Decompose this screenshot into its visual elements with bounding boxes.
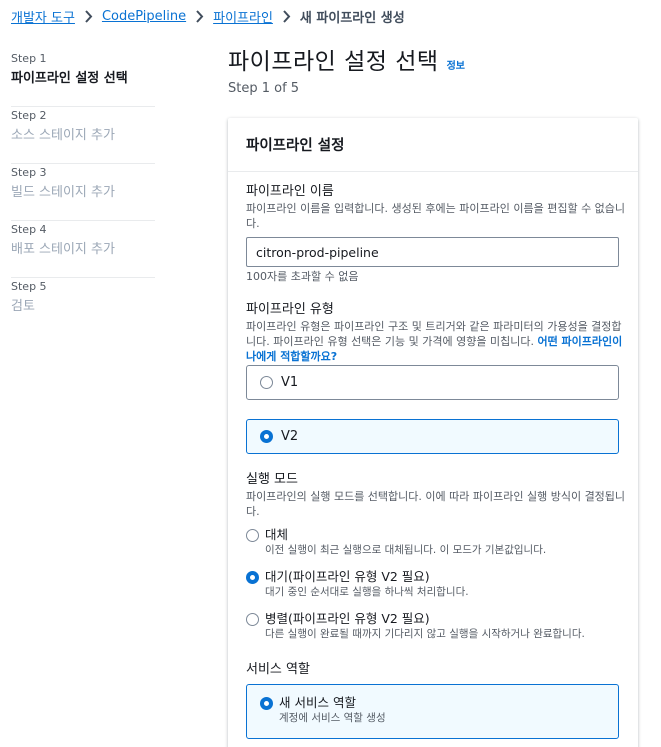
- page-title: 파이프라인 설정 선택: [228, 49, 439, 75]
- page-header: 파이프라인 설정 선택 정보: [228, 42, 465, 76]
- radio-unchecked-icon[interactable]: [246, 529, 259, 542]
- pipeline-type-label: 파이프라인 유형: [246, 302, 334, 317]
- radio-unchecked-icon[interactable]: [260, 376, 273, 389]
- step-counter: Step 1 of 5: [228, 81, 300, 96]
- option-title: 새 서비스 역할: [279, 695, 356, 710]
- execution-mode-field: 실행 모드 파이프라인의 실행 모드를 선택합니다. 이에 따라 파이프라인 실…: [246, 471, 626, 519]
- option-description: 계정에 서비스 역할 생성: [279, 712, 386, 724]
- option-title: 대체: [265, 527, 289, 542]
- step-number: Step 1: [11, 52, 47, 65]
- radio-checked-icon[interactable]: [260, 430, 273, 443]
- option-label: V2: [281, 429, 299, 444]
- option-description: 다른 실행이 완료될 때까지 기다리지 않고 실행을 시작하거나 완료합니다.: [265, 628, 585, 640]
- breadcrumb-developer-tools[interactable]: 개발자 도구: [11, 7, 75, 26]
- wizard-steps: Step 1 파이프라인 설정 선택 Step 2 소스 스테이지 추가 Ste…: [11, 50, 155, 335]
- wizard-step-4: Step 4 배포 스테이지 추가: [11, 221, 155, 278]
- breadcrumb-current: 새 파이프라인 생성: [299, 10, 405, 26]
- pipeline-name-field: 파이프라인 이름 파이프라인 이름을 입력합니다. 생성된 후에는 파이프라인 …: [246, 183, 626, 231]
- option-description: 이전 실행이 최근 실행으로 대체됩니다. 이 모드가 기본값입니다.: [265, 544, 547, 556]
- pipeline-name-input[interactable]: [246, 237, 619, 267]
- option-label: V1: [281, 375, 299, 390]
- step-name: 빌드 스테이지 추가: [11, 185, 115, 200]
- radio-checked-icon[interactable]: [260, 697, 273, 710]
- step-number: Step 5: [11, 280, 47, 293]
- execution-mode-option-parallel[interactable]: 병렬(파이프라인 유형 V2 필요) 다른 실행이 완료될 때까지 기다리지 않…: [246, 610, 585, 642]
- radio-unchecked-icon[interactable]: [246, 613, 259, 626]
- execution-mode-label: 실행 모드: [246, 472, 298, 487]
- step-number: Step 3: [11, 166, 47, 179]
- option-description: 대기 중인 순서대로 실행을 하나씩 처리합니다.: [265, 586, 469, 598]
- step-number: Step 2: [11, 109, 47, 122]
- chevron-right-icon: [282, 9, 291, 23]
- panel-title: 파이프라인 설정: [228, 118, 638, 172]
- wizard-step-2: Step 2 소스 스테이지 추가: [11, 107, 155, 164]
- pipeline-name-label: 파이프라인 이름: [246, 184, 334, 199]
- step-name: 검토: [11, 299, 35, 314]
- breadcrumb: 개발자 도구 CodePipeline 파이프라인 새 파이프라인 생성: [11, 6, 405, 26]
- execution-mode-option-superseded[interactable]: 대체 이전 실행이 최근 실행으로 대체됩니다. 이 모드가 기본값입니다.: [246, 526, 546, 558]
- chevron-right-icon: [84, 9, 93, 23]
- pipeline-type-description: 파이프라인 유형은 파이프라인 구조 및 트리거와 같은 파라미터의 가용성을 …: [246, 319, 626, 364]
- wizard-step-1: Step 1 파이프라인 설정 선택: [11, 50, 155, 107]
- breadcrumb-codepipeline[interactable]: CodePipeline: [102, 9, 186, 24]
- pipeline-type-option-v2[interactable]: V2: [246, 419, 619, 454]
- breadcrumb-pipelines[interactable]: 파이프라인: [213, 7, 273, 26]
- execution-mode-description: 파이프라인의 실행 모드를 선택합니다. 이에 따라 파이프라인 실행 방식이 …: [246, 490, 626, 518]
- pipeline-type-field: 파이프라인 유형 파이프라인 유형은 파이프라인 구조 및 트리거와 같은 파라…: [246, 301, 626, 364]
- wizard-step-5: Step 5 검토: [11, 278, 155, 335]
- pipeline-settings-panel: 파이프라인 설정 파이프라인 이름 파이프라인 이름을 입력합니다. 생성된 후…: [228, 118, 638, 747]
- service-role-label: 서비스 역할: [246, 662, 310, 677]
- execution-mode-option-queued[interactable]: 대기(파이프라인 유형 V2 필요) 대기 중인 순서대로 실행을 하나씩 처리…: [246, 568, 469, 600]
- step-number: Step 4: [11, 223, 47, 236]
- pipeline-name-description: 파이프라인 이름을 입력합니다. 생성된 후에는 파이프라인 이름을 편집할 수…: [246, 202, 626, 230]
- option-title: 대기(파이프라인 유형 V2 필요): [265, 569, 430, 584]
- pipeline-name-hint: 100자를 초과할 수 없음: [246, 270, 359, 283]
- wizard-step-3: Step 3 빌드 스테이지 추가: [11, 164, 155, 221]
- step-name: 파이프라인 설정 선택: [11, 71, 128, 86]
- service-role-option-new[interactable]: 새 서비스 역할 계정에 서비스 역할 생성: [246, 684, 619, 739]
- info-link[interactable]: 정보: [447, 57, 465, 72]
- pipeline-type-option-v1[interactable]: V1: [246, 365, 619, 400]
- step-name: 소스 스테이지 추가: [11, 128, 115, 143]
- option-title: 병렬(파이프라인 유형 V2 필요): [265, 611, 430, 626]
- chevron-right-icon: [195, 9, 204, 23]
- step-name: 배포 스테이지 추가: [11, 242, 115, 257]
- radio-checked-icon[interactable]: [246, 571, 259, 584]
